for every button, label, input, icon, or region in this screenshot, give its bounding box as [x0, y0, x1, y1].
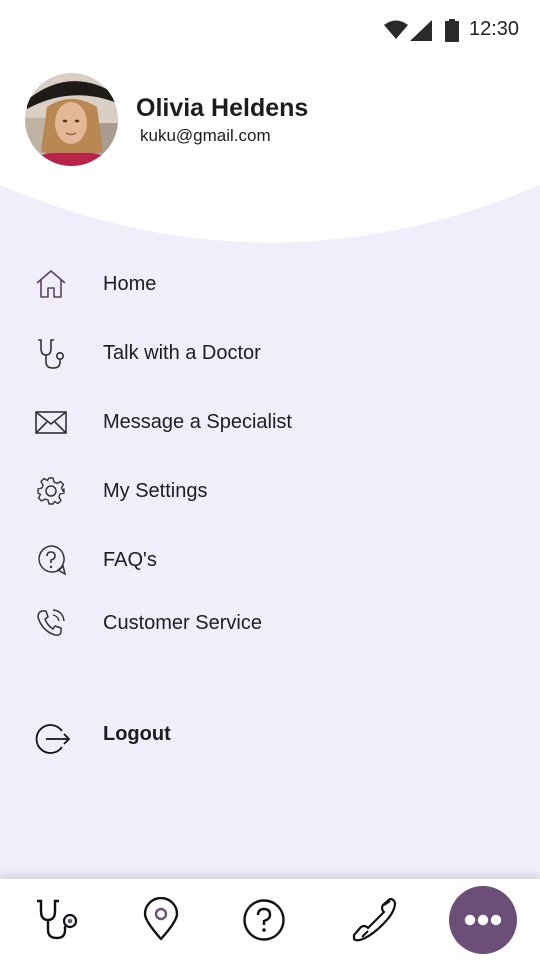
- menu-item-message-specialist[interactable]: Message a Specialist: [0, 395, 540, 449]
- menu-item-talk-with-doctor[interactable]: Talk with a Doctor: [0, 326, 540, 380]
- bottom-navigation: [0, 879, 540, 960]
- menu-item-label: Home: [103, 273, 157, 295]
- phone-call-icon: [37, 609, 65, 636]
- nav-doctor-button[interactable]: [33, 897, 79, 943]
- location-pin-icon: [143, 896, 179, 941]
- home-icon: [36, 270, 66, 298]
- logout-icon: [35, 724, 70, 754]
- nav-call-button[interactable]: [348, 897, 397, 943]
- envelope-icon: [35, 411, 67, 434]
- menu-item-home[interactable]: Home: [0, 257, 540, 311]
- battery-icon: [445, 19, 459, 42]
- menu-item-my-settings[interactable]: My Settings: [0, 464, 540, 518]
- avatar[interactable]: [25, 73, 118, 166]
- menu-item-faqs[interactable]: FAQ's: [0, 533, 540, 587]
- stethoscope-icon: [37, 899, 78, 940]
- menu-item-label: FAQ's: [103, 549, 157, 571]
- status-time: 12:30: [469, 18, 520, 40]
- gear-icon: [37, 477, 65, 505]
- question-bubble-icon: [38, 545, 67, 576]
- stethoscope-icon: [38, 339, 64, 369]
- signal-icon: [410, 20, 432, 41]
- profile-email: kuku@gmail.com: [140, 126, 271, 145]
- wifi-icon: [384, 20, 408, 39]
- help-circle-icon: [243, 899, 285, 941]
- more-icon: [464, 914, 502, 926]
- menu-item-label: Message a Specialist: [103, 411, 292, 433]
- menu-item-customer-service[interactable]: Customer Service: [0, 596, 540, 650]
- menu-item-label: Logout: [103, 723, 171, 745]
- more-button[interactable]: [449, 886, 517, 954]
- menu-item-label: Customer Service: [103, 612, 262, 634]
- menu-item-label: Talk with a Doctor: [103, 342, 261, 364]
- status-bar: 12:30: [0, 0, 540, 60]
- menu-item-logout[interactable]: Logout: [0, 707, 540, 761]
- nav-help-button[interactable]: [241, 897, 287, 943]
- phone-icon: [352, 897, 397, 942]
- menu-item-label: My Settings: [103, 480, 208, 502]
- profile-name: Olivia Heldens: [136, 94, 309, 122]
- nav-location-button[interactable]: [139, 896, 185, 943]
